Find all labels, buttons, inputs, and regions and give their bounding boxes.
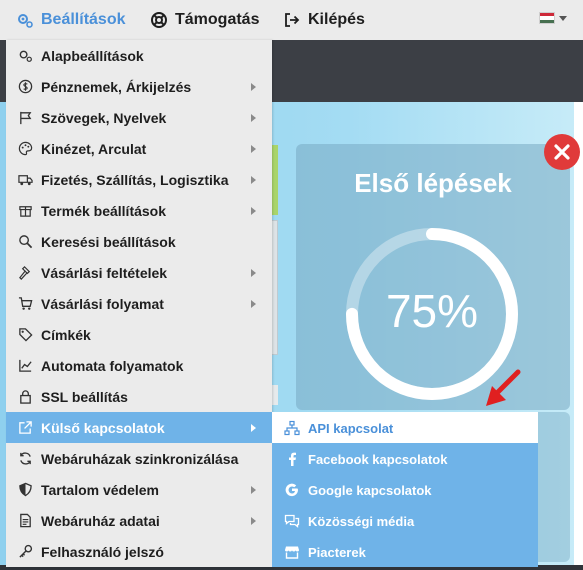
menu-item-label: Felhasználó jelszó [41, 544, 164, 560]
gears-icon [18, 14, 33, 28]
menu-item-label: Webáruház adatai [41, 513, 160, 529]
menu-item-ssl[interactable]: SSL beállítás [6, 381, 272, 412]
submenu-item-label: API kapcsolat [308, 421, 394, 436]
submenu-item-api[interactable]: API kapcsolat [272, 412, 538, 443]
progress-percentage: 75% [385, 285, 479, 337]
submenu-item-label: Facebook kapcsolatok [308, 452, 448, 467]
chevron-right-icon [251, 300, 256, 308]
chevron-right-icon [251, 83, 256, 91]
box-icon [19, 206, 32, 217]
nav-logout-label: Kilépés [308, 11, 365, 28]
close-button[interactable] [544, 134, 580, 170]
menu-item-texts-languages[interactable]: Szövegek, Nyelvek [6, 102, 272, 133]
menu-item-label: Webáruházak szinkronizálása [41, 451, 239, 467]
menu-item-label: Alapbeállítások [41, 48, 144, 64]
menu-item-label: Automata folyamatok [41, 358, 184, 374]
gear-cog-icon [19, 50, 32, 62]
chart-icon [19, 359, 32, 372]
store-icon [285, 546, 299, 559]
tag-icon [19, 328, 33, 342]
logout-icon [285, 13, 300, 27]
menu-item-content-protection[interactable]: Tartalom védelem [6, 474, 272, 505]
close-icon [554, 144, 570, 160]
menu-item-label: Pénznemek, Árkijelzés [41, 79, 192, 95]
menu-item-label: SSL beállítás [41, 389, 128, 405]
menu-item-appearance[interactable]: Kinézet, Arculat [6, 133, 272, 164]
external-link-icon [19, 421, 32, 434]
menu-item-search-settings[interactable]: Keresési beállítások [6, 226, 272, 257]
first-steps-title: Első lépések [354, 168, 512, 198]
chevron-right-icon [251, 176, 256, 184]
menu-item-basic-settings[interactable]: Alapbeállítások [6, 40, 272, 71]
lock-icon [20, 390, 31, 404]
menu-item-external-connections[interactable]: Külső kapcsolatok [6, 412, 272, 443]
nav-logout[interactable]: Kilépés [283, 0, 365, 40]
submenu-item-marketplaces[interactable]: Piacterek [272, 536, 538, 567]
cart-icon [18, 297, 33, 310]
menu-item-label: Vásárlási folyamat [41, 296, 164, 312]
menu-item-label: Termék beállítások [41, 203, 167, 219]
menu-item-label: Kinézet, Arculat [41, 141, 147, 157]
nav-settings[interactable]: Beállítások [16, 0, 125, 40]
google-icon [285, 483, 298, 497]
network-icon [284, 420, 300, 436]
nav-support[interactable]: Támogatás [150, 0, 259, 40]
menu-item-label: Címkék [41, 327, 91, 343]
menu-item-label: Külső kapcsolatok [41, 420, 165, 436]
menu-item-purchase-process[interactable]: Vásárlási folyamat [6, 288, 272, 319]
chevron-right-icon [251, 517, 256, 525]
submenu-item-social-media[interactable]: Közösségi média [272, 505, 538, 536]
menu-item-label: Vásárlási feltételek [41, 265, 168, 281]
lifebuoy-icon [151, 12, 167, 28]
menu-item-purchase-terms[interactable]: Vásárlási feltételek [6, 257, 272, 288]
chevron-right-icon [251, 486, 256, 494]
menu-item-label: Tartalom védelem [41, 482, 160, 498]
chevron-right-icon [251, 145, 256, 153]
menu-item-payment-shipping[interactable]: Fizetés, Szállítás, Logisztika [6, 164, 272, 195]
menu-item-currency[interactable]: Pénznemek, Árkijelzés [6, 71, 272, 102]
key-icon [19, 544, 33, 558]
page-right-edge [574, 102, 583, 570]
menu-item-product-settings[interactable]: Termék beállítások [6, 195, 272, 226]
submenu-item-label: Közösségi média [308, 514, 415, 529]
menu-item-labels[interactable]: Címkék [6, 319, 272, 350]
coin-icon [18, 79, 33, 94]
document-icon [20, 513, 31, 528]
submenu-item-label: Google kapcsolatok [308, 483, 432, 498]
menu-item-webshop-sync[interactable]: Webáruházak szinkronizálása [6, 443, 272, 474]
language-dropdown-caret-icon[interactable] [559, 16, 567, 21]
nav-support-label: Támogatás [175, 11, 260, 28]
flag-icon [20, 111, 32, 125]
facebook-icon [289, 452, 296, 466]
palette-icon [18, 141, 33, 156]
flag-stripe-green [540, 19, 554, 23]
menu-item-label: Szövegek, Nyelvek [41, 110, 167, 126]
chevron-right-icon [251, 269, 256, 277]
gavel-icon [19, 266, 31, 280]
submenu-item-label: Piacterek [308, 545, 366, 560]
menu-item-label: Keresési beállítások [41, 234, 176, 250]
menu-item-automated-processes[interactable]: Automata folyamatok [6, 350, 272, 381]
sync-icon [20, 452, 31, 465]
external-connections-submenu: API kapcsolat Facebook kapcsolatok Googl… [272, 412, 538, 567]
search-icon [19, 235, 33, 249]
truck-icon [18, 175, 33, 186]
chevron-right-icon [251, 424, 256, 432]
chevron-right-icon [251, 114, 256, 122]
menu-item-webshop-data[interactable]: Webáruház adatai [6, 505, 272, 536]
nav-settings-label: Beállítások [41, 11, 126, 28]
menu-item-label: Fizetés, Szállítás, Logisztika [41, 172, 229, 188]
submenu-item-google[interactable]: Google kapcsolatok [272, 474, 538, 505]
submenu-item-facebook[interactable]: Facebook kapcsolatok [272, 443, 538, 474]
menu-item-user-password[interactable]: Felhasználó jelszó [6, 536, 272, 567]
pointer-arrow-icon [486, 369, 521, 406]
hungarian-flag-icon[interactable] [539, 12, 555, 24]
comments-icon [284, 514, 300, 528]
shield-icon [19, 482, 32, 497]
settings-menu: Alapbeállítások Pénznemek, Árkijelzés Sz… [6, 40, 272, 567]
chevron-right-icon [251, 207, 256, 215]
